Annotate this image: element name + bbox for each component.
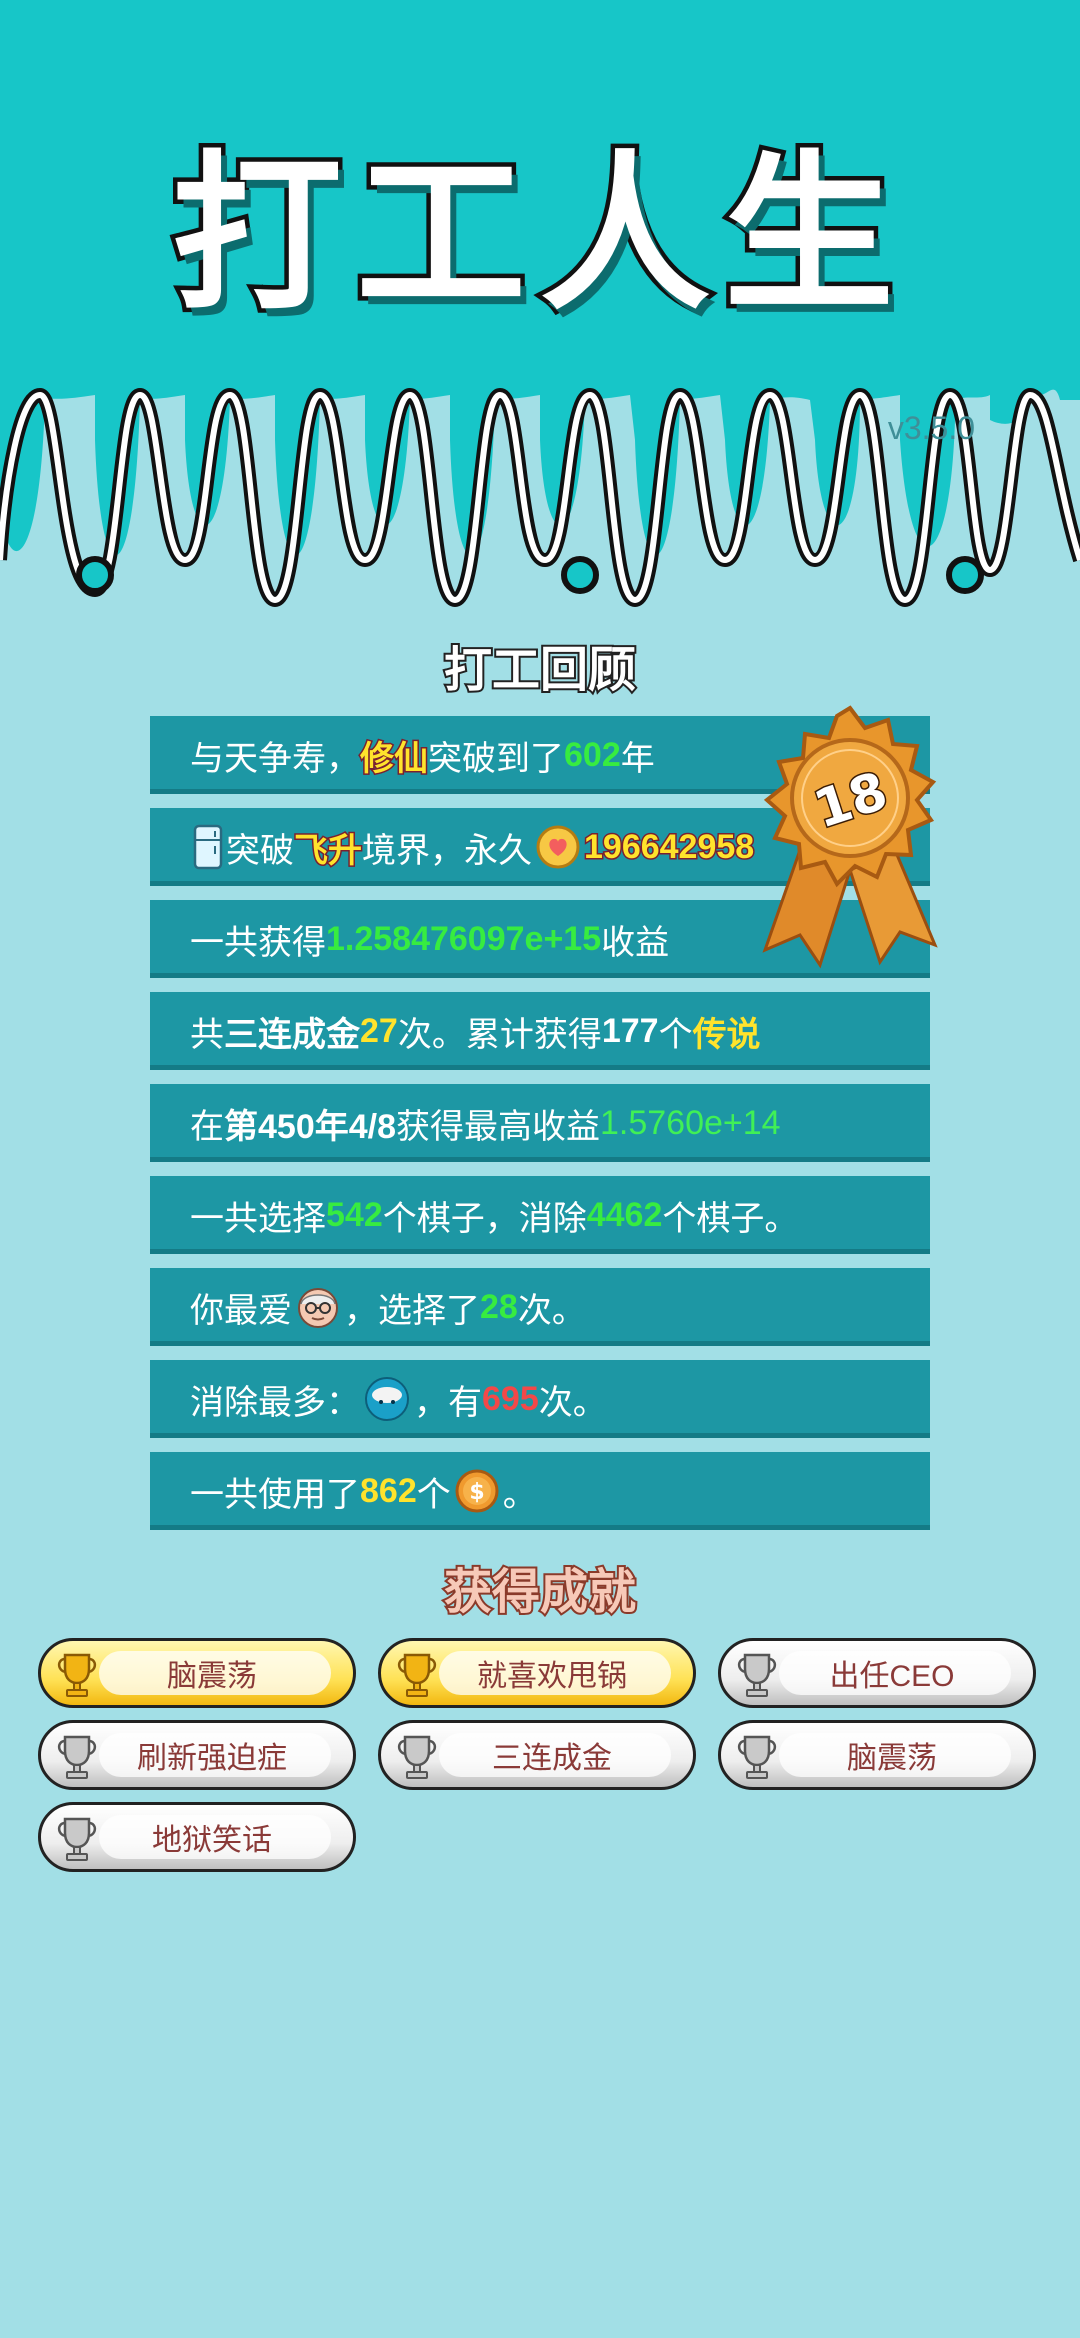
stat-highlight: 三连成金 xyxy=(224,1015,360,1054)
review-heading: 打工回顾 xyxy=(442,640,638,700)
stat-highlight: 196642958 xyxy=(582,826,755,867)
achievement-badge[interactable]: 脑震荡 xyxy=(718,1720,1036,1790)
review-stat-row: 你最爱 ，选择了 28 次。 xyxy=(150,1268,930,1346)
achievement-label: 地狱笑话 xyxy=(152,1824,272,1857)
review-stat-row: 一共使用了 862 个 $ 。 xyxy=(150,1452,930,1530)
stat-highlight: 4462 xyxy=(586,1195,663,1234)
review-stat-row: 在 第450年4/8 获得最高收益 1.5760e+14 xyxy=(150,1084,930,1162)
stat-highlight: 1.258476097e+15 xyxy=(326,919,602,958)
fridge-icon xyxy=(193,824,223,870)
stat-text: 个 xyxy=(416,1475,451,1514)
stat-text: 次。累计获得 xyxy=(397,1015,602,1054)
stat-text: 个棋子，消除 xyxy=(382,1199,587,1238)
review-stat-row: 消除最多： ，有 695 次。 xyxy=(150,1360,930,1438)
stat-text: 消除最多： xyxy=(190,1383,360,1422)
stat-text: 次。 xyxy=(517,1291,586,1330)
review-stat-row: 共三连成金 27 次。累计获得 177 个传说 xyxy=(150,992,930,1070)
stat-highlight: 542 xyxy=(326,1195,383,1234)
achievement-label: 脑震荡 xyxy=(847,1742,937,1775)
stat-text: 一共获得 xyxy=(190,923,326,962)
stat-text: 个 xyxy=(658,1015,693,1054)
stat-text: 年 xyxy=(620,739,655,778)
stat-highlight: 飞升 xyxy=(293,830,364,871)
stat-text: 收益 xyxy=(601,923,670,962)
stat-text: 获得最高收益 xyxy=(396,1107,600,1146)
rice-bowl-icon xyxy=(365,1377,409,1421)
achievement-label: 三连成金 xyxy=(492,1742,612,1775)
stat-highlight: 602 xyxy=(564,735,621,774)
achievement-badge[interactable]: 脑震荡 xyxy=(38,1638,356,1708)
stat-text: 个棋子。 xyxy=(662,1199,799,1238)
achievement-badge[interactable]: 出任CEO xyxy=(718,1638,1036,1708)
stat-highlight: 传说 xyxy=(692,1015,761,1054)
achievement-label: 刷新强迫症 xyxy=(137,1742,287,1775)
achievement-label: 出任CEO xyxy=(829,1660,955,1693)
header-banner: 打工人生 v3.5.0 xyxy=(0,0,1080,640)
app-title: 打工人生 xyxy=(167,136,908,334)
stat-text: 。 xyxy=(502,1475,537,1514)
stat-highlight: 862 xyxy=(360,1471,417,1510)
achievement-badge[interactable]: 刷新强迫症 xyxy=(38,1720,356,1790)
stat-highlight: 177 xyxy=(601,1011,659,1050)
achievement-label: 就喜欢甩锅 xyxy=(477,1660,627,1693)
review-stat-row: 一共选择 542 个棋子，消除 4462 个棋子。 xyxy=(150,1176,930,1254)
stat-text: 一共使用了 xyxy=(190,1475,360,1514)
stat-text: 一共选择 xyxy=(190,1199,326,1238)
rank-medal-icon: 18 xyxy=(762,705,938,969)
stat-highlight: 695 xyxy=(482,1379,539,1418)
stat-highlight: 第450年4/8 xyxy=(224,1107,396,1146)
stat-text: 共 xyxy=(190,1015,224,1054)
svg-text:$: $ xyxy=(469,1480,484,1505)
stat-highlight: 1.5760e+14 xyxy=(600,1103,781,1142)
stat-text: 在 xyxy=(190,1107,224,1146)
stat-text: 突破到了 xyxy=(428,739,564,778)
stat-text: 次。 xyxy=(538,1383,607,1422)
heart-coin-icon xyxy=(536,825,580,869)
stat-highlight: 27 xyxy=(360,1011,398,1050)
stat-text: 境界，永久 xyxy=(362,831,532,870)
achievement-badge[interactable]: 三连成金 xyxy=(378,1720,696,1790)
stat-highlight: 修仙 xyxy=(359,738,430,779)
stat-text: ，有 xyxy=(414,1383,482,1422)
achievement-badge[interactable]: 就喜欢甩锅 xyxy=(378,1638,696,1708)
stat-text: 你最爱 xyxy=(190,1291,292,1330)
achievement-badge[interactable]: 地狱笑话 xyxy=(38,1802,356,1872)
stat-highlight: 28 xyxy=(480,1287,518,1326)
stat-text: ，选择了 xyxy=(344,1291,480,1330)
achievements-heading: 获得成就 xyxy=(442,1562,638,1622)
old-man-face-icon xyxy=(298,1288,338,1328)
achievement-label: 脑震荡 xyxy=(167,1660,257,1693)
dollar-coin-icon: $ xyxy=(455,1469,499,1513)
stat-text: 与天争寿， xyxy=(190,739,360,778)
stat-text: 突破 xyxy=(226,831,294,870)
version-label: v3.5.0 xyxy=(887,410,975,446)
